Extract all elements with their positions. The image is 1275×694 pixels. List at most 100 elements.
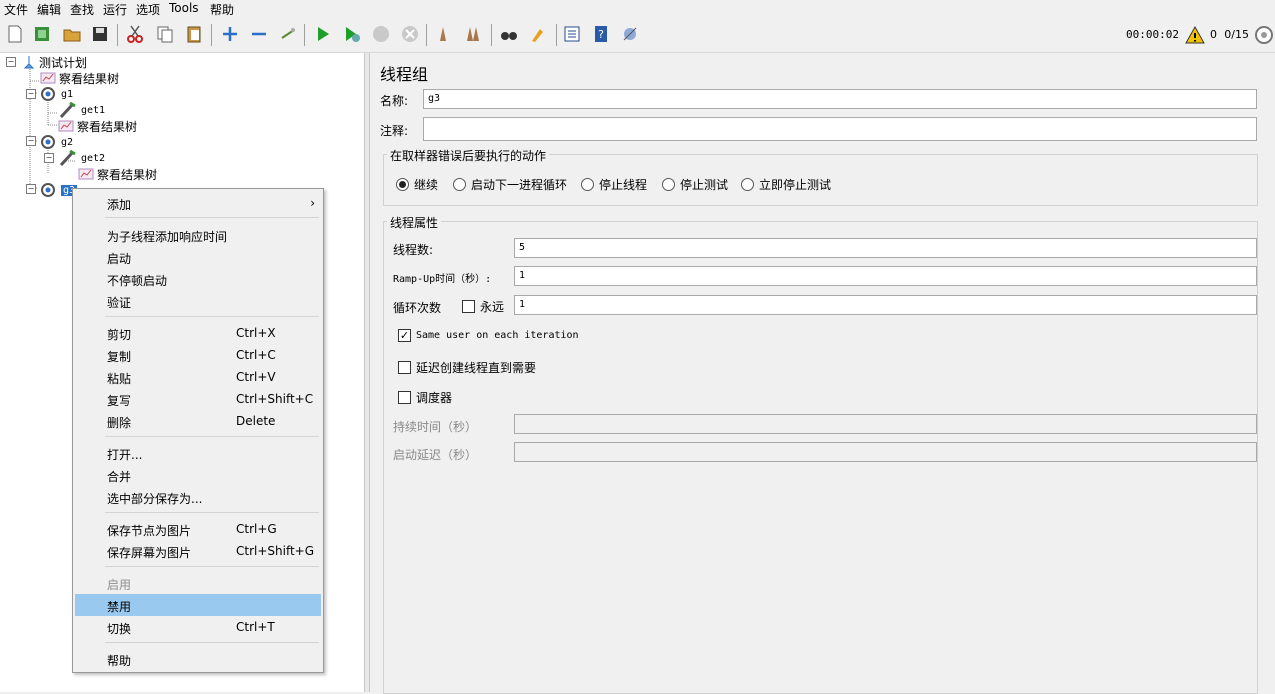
delay-create-checkbox[interactable]: 延迟创建线程直到需要 bbox=[398, 359, 536, 376]
menu-bar: 文件 编辑 查找 运行 选项 Tools 帮助 bbox=[0, 0, 1275, 18]
active-threads: 0/15 bbox=[1224, 28, 1249, 41]
threads-label: 线程数: bbox=[393, 243, 434, 257]
expand-icon[interactable] bbox=[219, 23, 241, 45]
menu-search[interactable]: 查找 bbox=[70, 1, 94, 18]
warning-icon[interactable] bbox=[1184, 24, 1206, 46]
start-no-pause-icon[interactable] bbox=[341, 23, 363, 45]
function-helper-icon[interactable] bbox=[561, 23, 583, 45]
svg-text:?: ? bbox=[598, 28, 604, 41]
menu-item-add-response-time[interactable]: 为子线程添加响应时间 bbox=[75, 224, 321, 246]
toggle-icon[interactable] bbox=[277, 23, 299, 45]
paste-icon[interactable] bbox=[183, 23, 205, 45]
menu-item-save-node-image[interactable]: 保存节点为图片 Ctrl+G bbox=[75, 518, 321, 540]
g3-collapse-toggle[interactable]: − bbox=[26, 184, 36, 194]
scheduler-checkbox[interactable]: 调度器 bbox=[398, 389, 452, 406]
menu-item-save-selection[interactable]: 选中部分保存为... bbox=[75, 486, 321, 508]
http-sampler-icon bbox=[59, 149, 76, 167]
toolbar: ? 00:00:02 0 0/15 bbox=[0, 18, 1275, 53]
menu-item-start[interactable]: 启动 bbox=[75, 246, 321, 268]
name-input[interactable]: g3 bbox=[423, 89, 1257, 109]
save-icon[interactable] bbox=[89, 23, 111, 45]
menu-item-validate[interactable]: 验证 bbox=[75, 290, 321, 312]
stop-icon[interactable] bbox=[370, 23, 392, 45]
new-icon[interactable] bbox=[4, 23, 26, 45]
radio-stop-thread[interactable]: 停止线程 bbox=[581, 176, 647, 193]
menu-run[interactable]: 运行 bbox=[103, 1, 127, 18]
collapse-icon[interactable] bbox=[248, 23, 270, 45]
comment-input[interactable] bbox=[423, 117, 1257, 141]
g2-collapse-toggle[interactable]: − bbox=[26, 136, 36, 146]
thread-properties-group: 线程属性 线程数: 5 Ramp-Up时间（秒）: 1 循环次数 永远 1 ✓ S… bbox=[383, 214, 1258, 694]
menu-options[interactable]: 选项 bbox=[136, 1, 160, 18]
menu-item-open[interactable]: 打开... bbox=[75, 442, 321, 464]
tree-node-get1[interactable]: get1 bbox=[58, 101, 105, 119]
name-label: 名称: bbox=[380, 94, 409, 108]
tree-node-results-tree-g1[interactable]: 察看结果树 bbox=[58, 118, 137, 134]
remote-icon[interactable] bbox=[619, 23, 641, 45]
listener-icon bbox=[78, 168, 94, 180]
radio-start-next-loop[interactable]: 启动下一进程循环 bbox=[453, 176, 567, 193]
menu-item-start-no-pause[interactable]: 不停顿启动 bbox=[75, 268, 321, 290]
forever-checkbox[interactable]: 永远 bbox=[462, 298, 504, 315]
same-user-checkbox[interactable]: ✓ Same user on each iteration bbox=[398, 329, 579, 342]
help-icon[interactable]: ? bbox=[590, 23, 612, 45]
clear-icon[interactable] bbox=[433, 23, 455, 45]
menu-item-merge[interactable]: 合并 bbox=[75, 464, 321, 486]
tree-node-results-tree[interactable]: 察看结果树 bbox=[40, 70, 119, 86]
rampup-input[interactable]: 1 bbox=[514, 266, 1257, 286]
menu-item-help[interactable]: 帮助 bbox=[75, 648, 321, 670]
g1-collapse-toggle[interactable]: − bbox=[26, 89, 36, 99]
menu-item-disable[interactable]: 禁用 bbox=[75, 594, 321, 616]
tree-node-g1[interactable]: g1 bbox=[38, 86, 73, 102]
reset-search-icon[interactable] bbox=[527, 23, 549, 45]
tree-node-get2[interactable]: get2 bbox=[58, 149, 105, 167]
menu-item-toggle[interactable]: 切换 Ctrl+T bbox=[75, 616, 321, 638]
thread-group-icon bbox=[41, 135, 55, 149]
startup-delay-input[interactable] bbox=[514, 442, 1257, 462]
startup-delay-label: 启动延迟（秒） bbox=[393, 448, 478, 462]
tree-node-g2[interactable]: g2 bbox=[38, 134, 73, 150]
start-icon[interactable] bbox=[312, 23, 334, 45]
menu-help[interactable]: 帮助 bbox=[210, 1, 234, 18]
menu-item-delete[interactable]: 删除 Delete bbox=[75, 410, 321, 432]
menu-item-paste[interactable]: 粘贴 Ctrl+V bbox=[75, 366, 321, 388]
checkbox-box bbox=[398, 361, 411, 374]
radio-stop-test-now[interactable]: 立即停止测试 bbox=[741, 176, 831, 193]
http-sampler-icon bbox=[59, 101, 76, 119]
context-menu: 添加 › 为子线程添加响应时间 启动 不停顿启动 验证 剪切 Ctrl+X 复制 Ct… bbox=[72, 188, 324, 673]
checkbox-box: ✓ bbox=[398, 329, 411, 342]
radio-continue[interactable]: 继续 bbox=[396, 176, 438, 193]
threads-input[interactable]: 5 bbox=[514, 238, 1257, 258]
checkbox-box bbox=[462, 300, 475, 313]
clear-all-icon[interactable] bbox=[462, 23, 484, 45]
menu-edit[interactable]: 编辑 bbox=[37, 1, 61, 18]
menu-item-save-screen-image[interactable]: 保存屏幕为图片 Ctrl+Shift+G bbox=[75, 540, 321, 562]
tree-node-results-tree-g2[interactable]: 察看结果树 bbox=[78, 166, 157, 182]
copy-icon[interactable] bbox=[154, 23, 176, 45]
radio-button bbox=[396, 178, 409, 191]
menu-item-duplicate[interactable]: 复写 Ctrl+Shift+C bbox=[75, 388, 321, 410]
templates-icon[interactable] bbox=[31, 23, 53, 45]
menu-file[interactable]: 文件 bbox=[4, 1, 28, 18]
cut-icon[interactable] bbox=[124, 23, 146, 45]
loop-input[interactable]: 1 bbox=[514, 295, 1257, 315]
radio-button bbox=[453, 178, 466, 191]
tree-node-test-plan[interactable]: 测试计划 bbox=[22, 54, 87, 70]
panel-title: 线程组 bbox=[380, 65, 429, 84]
status-indicator-icon bbox=[1253, 24, 1275, 46]
radio-stop-test[interactable]: 停止测试 bbox=[662, 176, 728, 193]
get2-collapse-toggle[interactable]: − bbox=[44, 153, 54, 163]
search-icon[interactable] bbox=[498, 23, 520, 45]
menu-item-cut[interactable]: 剪切 Ctrl+X bbox=[75, 322, 321, 344]
open-icon[interactable] bbox=[61, 23, 83, 45]
root-collapse-toggle[interactable]: − bbox=[6, 57, 16, 67]
menu-item-add[interactable]: 添加 › bbox=[75, 192, 321, 214]
thread-group-icon bbox=[41, 183, 55, 197]
listener-icon bbox=[40, 72, 56, 84]
menu-tools[interactable]: Tools bbox=[169, 1, 199, 15]
radio-button bbox=[662, 178, 675, 191]
chevron-right-icon: › bbox=[310, 196, 315, 210]
menu-item-copy[interactable]: 复制 Ctrl+C bbox=[75, 344, 321, 366]
shutdown-icon[interactable] bbox=[399, 23, 421, 45]
duration-input[interactable] bbox=[514, 414, 1257, 434]
